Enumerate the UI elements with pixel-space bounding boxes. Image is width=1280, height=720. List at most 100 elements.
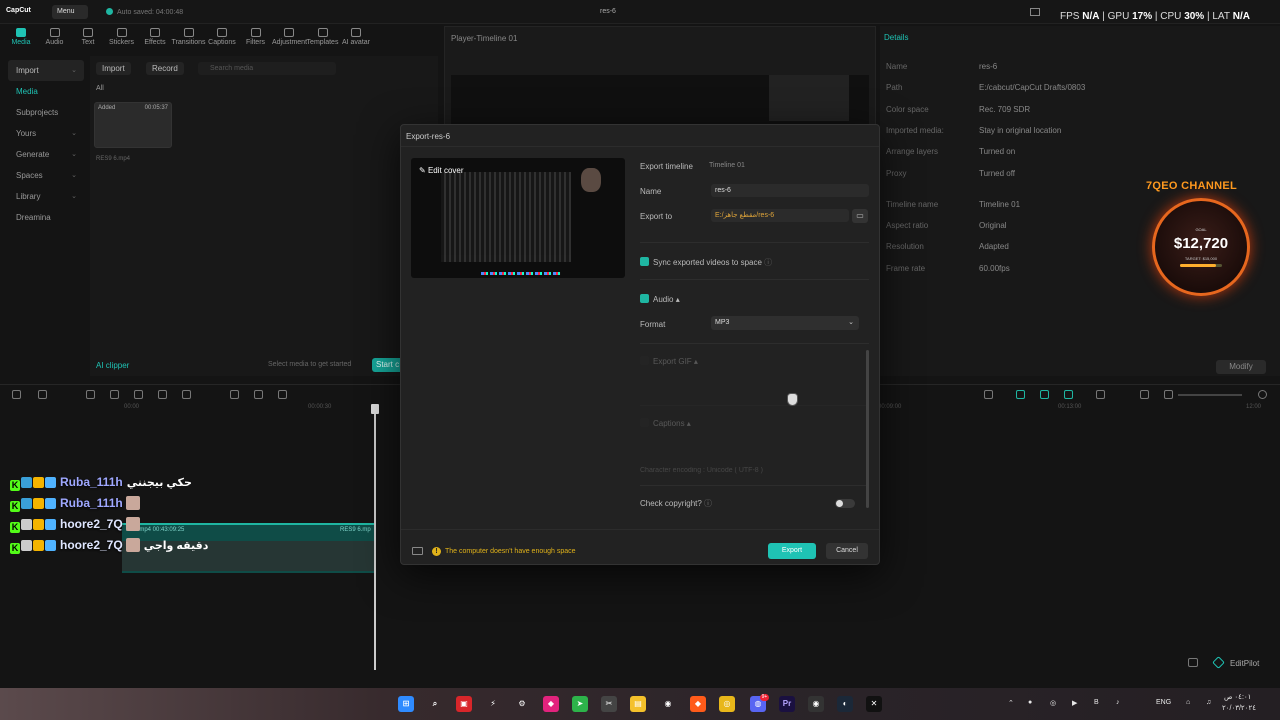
capcut-icon[interactable]: ✕ [866, 696, 882, 712]
app-tray-icon[interactable]: ◎ [1050, 699, 1056, 707]
tab-filters[interactable]: Filters [239, 28, 273, 46]
settings-icon[interactable]: ⚙ [514, 696, 530, 712]
clock-time[interactable]: ٠٤:٠١ ص [1224, 693, 1251, 701]
zoom-out-icon[interactable] [1164, 390, 1173, 399]
bold-icon[interactable]: B [1094, 699, 1099, 706]
format-select[interactable]: MP3 ⌄ [711, 316, 859, 330]
cover-preview[interactable]: ✎ Edit cover [411, 158, 625, 278]
tab-audio[interactable]: Audio [38, 28, 72, 46]
edit-cover-button[interactable]: ✎ Edit cover [419, 166, 464, 175]
sidebar-item-import[interactable]: Import ⌄ [8, 60, 84, 81]
export-timeline-value: Timeline 01 [709, 162, 745, 169]
feedback-icon[interactable] [1188, 658, 1198, 667]
sidebar-item-subprojects[interactable]: Subprojects [8, 102, 84, 123]
shield-icon[interactable] [230, 390, 239, 399]
app-lightning-icon[interactable]: ⚡ [485, 696, 501, 712]
split-icon[interactable] [134, 390, 143, 399]
undo-icon[interactable] [86, 390, 95, 399]
app-pink-icon[interactable]: ◆ [543, 696, 559, 712]
microphone-icon[interactable] [984, 390, 993, 399]
filter-all[interactable]: All [96, 85, 104, 92]
sync-checkbox[interactable]: Sync exported videos to space ⓘ [640, 257, 772, 268]
sidebar-item-yours[interactable]: Yours ⌄ [8, 123, 84, 144]
sidebar-item-spaces[interactable]: Spaces ⌄ [8, 165, 84, 186]
export-button[interactable]: Export [768, 543, 816, 559]
zoom-in-icon[interactable] [1258, 390, 1267, 399]
emote-icon [125, 496, 140, 510]
export-timeline-label: Export timeline [640, 162, 693, 171]
search-icon[interactable]: ⌕ [427, 696, 443, 712]
modify-button[interactable]: Modify [1216, 360, 1266, 374]
magnet-icon[interactable] [1040, 390, 1049, 399]
app-green-icon[interactable]: ➤ [572, 696, 588, 712]
tab-stickers[interactable]: Stickers [105, 28, 139, 46]
file-explorer-icon[interactable]: ▤ [630, 696, 646, 712]
language-indicator[interactable]: ENG [1156, 699, 1171, 706]
sidebar-item-library[interactable]: Library ⌄ [8, 186, 84, 207]
tab-templates[interactable]: Templates [306, 28, 340, 46]
captions-section[interactable]: Captions ▴ [640, 418, 691, 428]
brave-icon[interactable]: ◆ [690, 696, 706, 712]
folder-icon[interactable]: ▭ [852, 209, 868, 223]
snap-icon[interactable] [1064, 390, 1073, 399]
ai-clipper-button[interactable]: AI clipper [96, 361, 129, 370]
pen-icon[interactable] [278, 390, 287, 399]
app-tray-icon[interactable]: ● [1028, 699, 1032, 706]
microphone-icon[interactable]: ♪ [1116, 699, 1120, 706]
link-icon[interactable] [1016, 390, 1025, 399]
gif-section[interactable]: Export GIF ▴ [640, 356, 698, 366]
tab-transitions[interactable]: Transitions [172, 28, 206, 46]
tab-ai-avatar[interactable]: AI avatar [339, 28, 373, 46]
chevron-up-icon[interactable]: ⌃ [1008, 699, 1014, 707]
trim-left-icon[interactable] [158, 390, 167, 399]
premiere-icon[interactable]: Pr [779, 696, 795, 712]
kick-badge-icon: K [10, 522, 20, 533]
sidebar-item-media[interactable]: Media [8, 81, 84, 102]
steam-icon[interactable]: ◐ [837, 696, 853, 712]
record-button[interactable]: Record [146, 62, 184, 75]
caption-icon[interactable] [1140, 390, 1149, 399]
left-nav: Import ⌄ Media Subprojects Yours ⌄ Generate ⌄ Sp… [8, 60, 84, 228]
clock-date[interactable]: ٢٠/٠٣/٢٠٢٤ [1222, 704, 1256, 712]
audio-section[interactable]: Audio ▴ [640, 294, 680, 304]
cancel-button[interactable]: Cancel [826, 543, 868, 559]
copyright-toggle[interactable] [835, 499, 855, 508]
network-icon[interactable]: ⌂ [1186, 699, 1190, 706]
sidebar-item-dreamina[interactable]: Dreamina [8, 207, 84, 228]
zoom-slider[interactable] [1178, 394, 1242, 396]
playhead[interactable] [371, 404, 379, 670]
import-button[interactable]: Import [96, 62, 131, 75]
export-path-input[interactable]: E:/مقطع جاهز/res-6 [711, 209, 849, 222]
add-track-icon[interactable] [12, 390, 21, 399]
trim-right-icon[interactable] [182, 390, 191, 399]
audio-icon [49, 28, 60, 37]
film-icon[interactable] [412, 547, 423, 555]
obs-icon[interactable]: ◉ [808, 696, 824, 712]
chrome-icon[interactable]: ◎ [719, 696, 735, 712]
tab-effects[interactable]: Effects [138, 28, 172, 46]
play-icon[interactable]: ▶ [1072, 699, 1077, 707]
sidebar-item-label: Import [16, 66, 39, 75]
tab-text[interactable]: Text [71, 28, 105, 46]
editpilot-button[interactable]: EditPilot [1186, 654, 1272, 672]
volume-icon[interactable]: ♫ [1206, 699, 1211, 706]
sidebar-item-generate[interactable]: Generate ⌄ [8, 144, 84, 165]
menu-button[interactable]: Menu [52, 5, 88, 19]
media-clip[interactable]: Added 00:05:37 [94, 102, 172, 148]
snipping-icon[interactable]: ✂ [601, 696, 617, 712]
redo-icon[interactable] [110, 390, 119, 399]
windows-start-icon[interactable]: ⊞ [398, 696, 414, 712]
preview-axis-icon[interactable] [1096, 390, 1105, 399]
media-search-input[interactable]: Search media [198, 62, 336, 75]
crop-icon[interactable] [254, 390, 263, 399]
app-red-icon[interactable]: ▣ [456, 696, 472, 712]
tab-media[interactable]: Media [4, 28, 38, 46]
select-tool-icon[interactable] [38, 390, 47, 399]
steam-icon[interactable]: ◉ [660, 696, 676, 712]
tab-adjustment[interactable]: Adjustment [272, 28, 307, 46]
layout-icon[interactable] [1030, 8, 1040, 16]
dialog-scrollbar[interactable] [866, 350, 869, 508]
detail-key: Path [886, 83, 903, 93]
tab-captions[interactable]: Captions [205, 28, 239, 46]
name-input[interactable]: res-6 [711, 184, 869, 197]
